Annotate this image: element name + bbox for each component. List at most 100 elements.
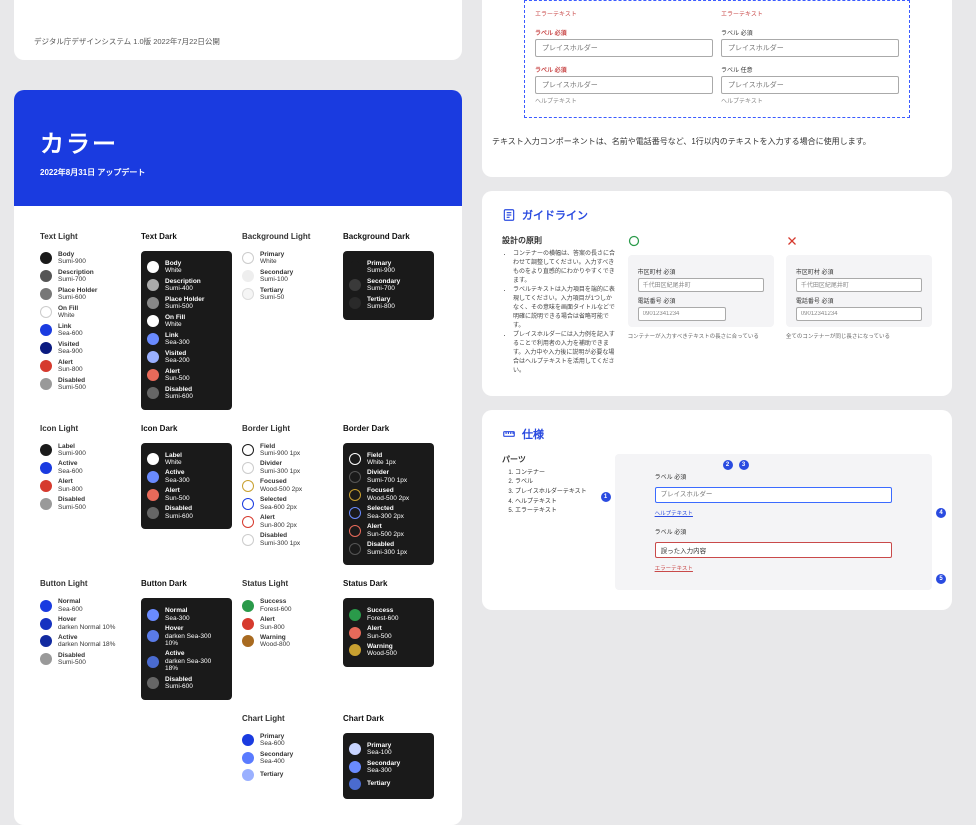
guideline-card: ガイドライン 設計の原則 コンテナーの横幅は、答案の長さに合わせて調整してくださ…: [482, 191, 952, 396]
color-swatch: SecondarySea-300: [349, 760, 428, 775]
color-swatch: VisitedSea-200: [147, 350, 226, 365]
swatch-label: TertiarySumi-800: [367, 296, 395, 311]
color-group-title: Border Light: [242, 424, 333, 433]
color-group: Button LightNormalSea-600Hoverdarken Nor…: [40, 579, 131, 700]
swatch-dot-icon: [147, 507, 159, 519]
spec-part-item: ラベル: [515, 478, 597, 488]
color-group: Button DarkNormalSea-300Hoverdarken Sea-…: [141, 579, 232, 700]
swatch-dot-icon: [40, 270, 52, 282]
number-bubble: 5: [936, 574, 946, 584]
swatch-label: SecondarySumi-100: [260, 269, 293, 284]
color-swatch: LinkSea-300: [147, 332, 226, 347]
swatch-label: On FillWhite: [165, 314, 185, 329]
swatch-dot-icon: [349, 609, 361, 621]
swatch-dot-icon: [40, 360, 52, 372]
form-cell: ラベル 任意 ヘルプテキスト: [721, 65, 899, 105]
swatch-dot-icon: [242, 600, 254, 612]
color-group: Icon LightLabelSumi-900ActiveSea-600Aler…: [40, 424, 131, 566]
swatch-label: FocusedWood-500 2px: [260, 478, 302, 493]
swatch-label: LinkSea-600: [58, 323, 83, 338]
color-group-title: Text Light: [40, 232, 131, 241]
color-group: Text Light BodySumi-900 DescriptionSumi-70…: [40, 232, 131, 410]
swatch-label: Hoverdarken Sea-300 10%: [165, 625, 226, 647]
color-swatch: SelectedSea-300 2px: [349, 505, 428, 520]
swatch-label: LabelSumi-900: [58, 443, 86, 458]
color-swatch: PrimarySumi-900: [349, 260, 428, 275]
swatch-label: DisabledSumi-600: [165, 505, 193, 520]
swatch-dot-icon: [349, 507, 361, 519]
principle-title: 設計の原則: [502, 235, 616, 246]
swatch-label: PrimarySea-600: [260, 733, 285, 748]
swatch-label: AlertSun-800: [260, 616, 285, 631]
section-title: 仕様: [522, 426, 544, 442]
text-input[interactable]: [721, 39, 899, 57]
good-example: 市区町村 必須 電話番号 必須 コンテナーが入力すべきテキストの長さに合っている: [628, 235, 774, 376]
color-swatch: TertiarySumi-800: [349, 296, 428, 311]
color-swatch: TertiarySumi-50: [242, 287, 333, 302]
text-input-error[interactable]: [655, 542, 892, 558]
color-swatch: BodySumi-900: [40, 251, 131, 266]
swatch-label: Tertiary: [260, 771, 283, 778]
swatch-label: DisabledSumi-300 1px: [260, 532, 300, 547]
text-input[interactable]: [796, 278, 922, 292]
color-group: Background LightPrimaryWhiteSecondarySum…: [242, 232, 333, 410]
text-input[interactable]: [655, 487, 892, 503]
swatch-dot-icon: [147, 609, 159, 621]
swatch-dot-icon: [349, 644, 361, 656]
color-swatch: SecondarySumi-100: [242, 269, 333, 284]
swatch-label: FieldWhite 1px: [367, 452, 396, 467]
color-swatch: DescriptionSumi-700: [40, 269, 131, 284]
field-label: 電話番号 必須: [638, 296, 764, 305]
color-group-title: Chart Light: [242, 714, 333, 723]
color-swatch: Hoverdarken Sea-300 10%: [147, 625, 226, 647]
swatch-label: NormalSea-300: [165, 607, 190, 622]
text-input[interactable]: [535, 39, 713, 57]
example-caption: コンテナーが入力すべきテキストの長さに合っている: [628, 332, 774, 340]
swatch-dot-icon: [40, 498, 52, 510]
swatch-label: SecondarySea-400: [260, 751, 293, 766]
swatch-label: AlertSun-500: [165, 487, 190, 502]
example-caption: 全てのコンテナーが同じ長さになっている: [786, 332, 932, 340]
color-swatch: DisabledSumi-600: [147, 505, 226, 520]
color-swatch: SuccessForest-600: [349, 607, 428, 622]
color-group-title: Icon Dark: [141, 424, 232, 433]
swatch-label: Activedarken Sea-300 18%: [165, 650, 226, 672]
color-swatch: Place HolderSumi-600: [40, 287, 131, 302]
form-cell: ラベル 必須: [535, 28, 713, 57]
color-swatch: DisabledSumi-500: [40, 652, 131, 667]
field-label: 市区町村 必須: [638, 267, 764, 276]
color-body: Text Light BodySumi-900 DescriptionSumi-70…: [14, 206, 462, 825]
swatch-dot-icon: [147, 387, 159, 399]
text-input-preview-card: エラーテキスト エラーテキスト ラベル 必須 ラベル 必須 ラベル 必須: [482, 0, 952, 177]
swatch-dot-icon: [147, 471, 159, 483]
swatch-dot-icon: [40, 600, 52, 612]
swatch-label: Tertiary: [367, 780, 390, 787]
guideline-bullet: コンテナーの横幅は、答案の長さに合わせて調整してください。入力すべきものをより直…: [513, 250, 616, 286]
page-title: カラー: [40, 124, 436, 159]
swatch-dot-icon: [349, 261, 361, 273]
color-swatch: NormalSea-600: [40, 598, 131, 613]
color-swatch: AlertSun-800: [242, 616, 333, 631]
spec-part-item: プレイスホルダーテキスト: [515, 488, 597, 498]
top-caption-text: デジタル庁デザインシステム 1.0版 2022年7月22日公開: [34, 37, 220, 46]
component-description: テキスト入力コンポーネントは、名前や電話番号など、1行以内のテキストを入力する場…: [492, 136, 952, 149]
text-input[interactable]: [721, 76, 899, 94]
text-input[interactable]: [638, 278, 764, 292]
field-label: ラベル 必須: [655, 472, 892, 481]
swatch-dot-icon: [242, 516, 254, 528]
color-hero: カラー 2022年8月31日 アップデート: [14, 90, 462, 206]
color-swatch: AlertSun-500: [349, 625, 428, 640]
color-swatch: FieldWhite 1px: [349, 452, 428, 467]
swatch-dot-icon: [40, 653, 52, 665]
color-group: Text DarkBodyWhiteDescriptionSumi-400Pla…: [141, 232, 232, 410]
color-group-title: Status Light: [242, 579, 333, 588]
text-input[interactable]: [535, 76, 713, 94]
text-input[interactable]: [796, 307, 922, 321]
swatch-label: PrimaryWhite: [260, 251, 284, 266]
swatch-label: SuccessForest-600: [260, 598, 291, 613]
spec-parts-list: パーツ コンテナーラベルプレイスホルダーテキストヘルプテキストエラーテキスト: [502, 454, 597, 590]
swatch-label: AlertSun-500: [165, 368, 190, 383]
swatch-dot-icon: [40, 324, 52, 336]
color-group-title: Button Light: [40, 579, 131, 588]
text-input[interactable]: [638, 307, 726, 321]
